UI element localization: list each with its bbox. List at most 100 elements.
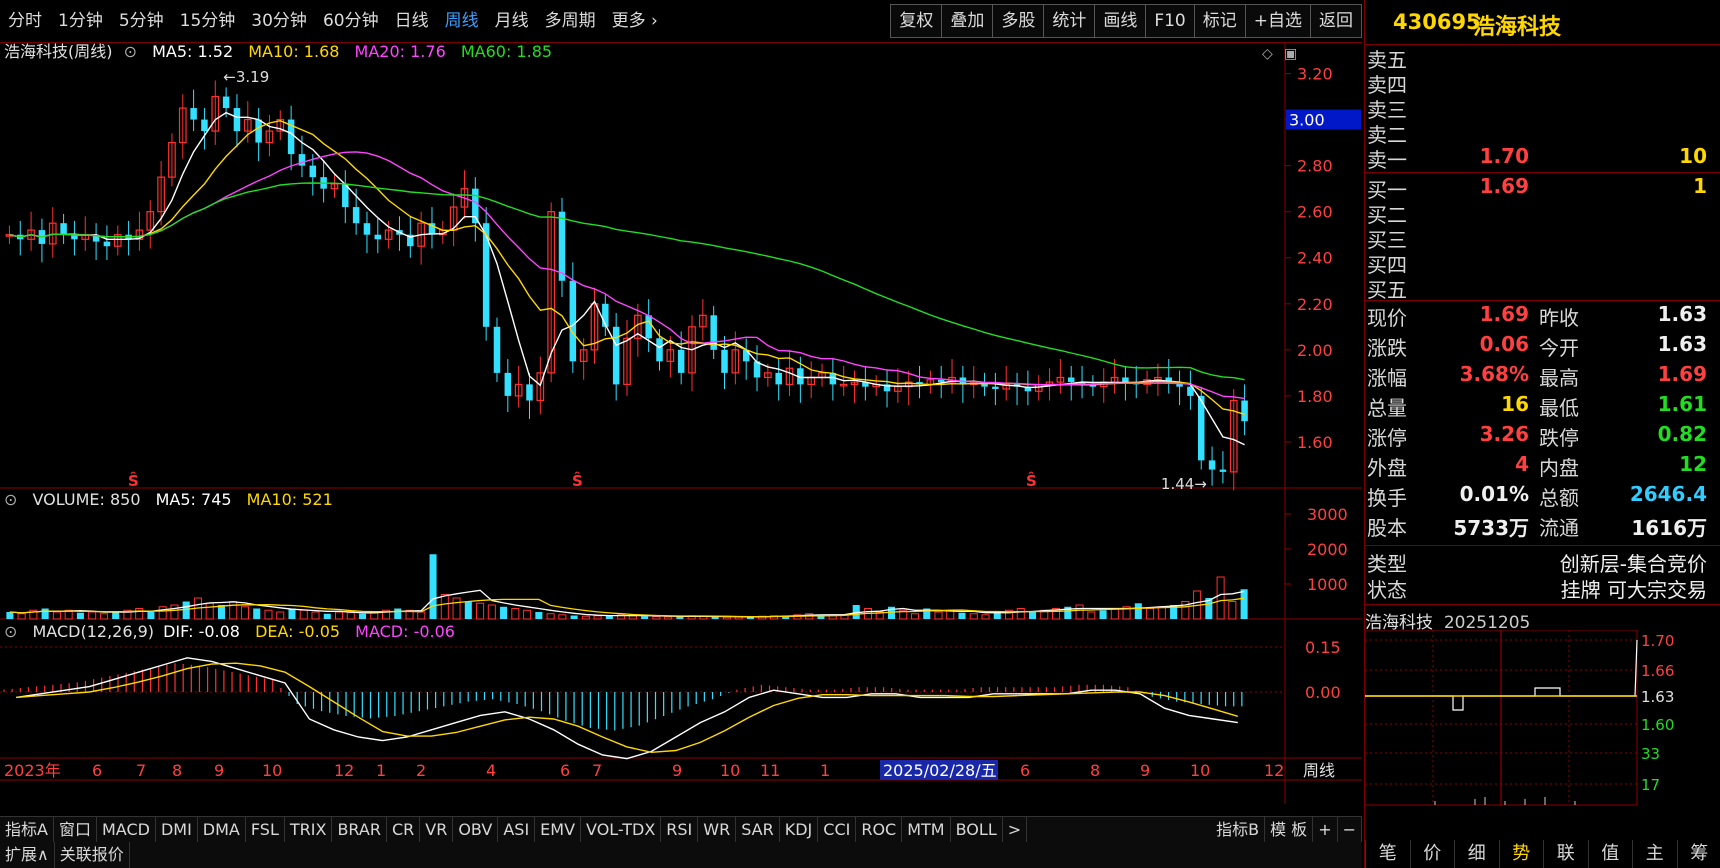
indicator-tab-19[interactable]: ROC xyxy=(856,817,903,843)
volume-bar xyxy=(1134,603,1142,619)
right-tab-7[interactable]: 筹 xyxy=(1676,840,1720,868)
period-tab-3[interactable]: 15分钟 xyxy=(172,0,244,42)
volume-bar xyxy=(910,613,920,620)
tool-button-5[interactable]: F10 xyxy=(1145,4,1195,38)
volume-bar xyxy=(523,609,532,620)
candle-body xyxy=(201,119,208,132)
tool-button-7[interactable]: +自选 xyxy=(1244,4,1311,38)
period-tab-0[interactable]: 分时 xyxy=(0,0,50,42)
indicator-tab-2[interactable]: MACD xyxy=(97,817,156,843)
related-quote-button[interactable]: 关联报价 xyxy=(55,842,130,868)
period-tab-9[interactable]: 多周期 xyxy=(537,0,604,42)
kline-chart-svg[interactable]: 3.203.002.802.602.402.202.001.801.603.00… xyxy=(0,42,1362,804)
indicator-tab-16[interactable]: SAR xyxy=(736,817,780,843)
indicator-tab-7[interactable]: BRAR xyxy=(332,817,387,843)
indicator-tab-20[interactable]: MTM xyxy=(902,817,951,843)
tool-button-8[interactable]: 返回 xyxy=(1310,4,1362,38)
volume-bar xyxy=(88,611,97,620)
volume-bar xyxy=(558,614,567,620)
indicator-right-tab-0[interactable]: 指标B xyxy=(1211,817,1266,843)
diamond-icon[interactable]: ◇ xyxy=(1262,46,1273,62)
indicator-tab-3[interactable]: DMI xyxy=(156,817,198,843)
tool-button-4[interactable]: 画线 xyxy=(1094,4,1147,38)
period-tab-5[interactable]: 60分钟 xyxy=(315,0,387,42)
indicator-tab-17[interactable]: KDJ xyxy=(780,817,819,843)
candle-body xyxy=(645,315,652,339)
volume-legend: ⊙ VOLUME: 850 MA5: 745 MA10: 521 xyxy=(4,490,343,509)
panel-toggle-icon[interactable]: ▣ xyxy=(1284,46,1297,62)
tool-button-0[interactable]: 复权 xyxy=(890,4,943,38)
candle-body xyxy=(992,386,999,389)
right-tab-5[interactable]: 值 xyxy=(1587,840,1633,868)
right-tab-4[interactable]: 联 xyxy=(1543,840,1588,868)
mini-axis-label: 1.60 xyxy=(1641,716,1674,734)
volume-ma10: MA10: 521 xyxy=(246,490,333,509)
quote-row: 涨幅 3.68% 最高 1.69 xyxy=(1367,362,1707,390)
quote-row: 总量 16 最低 1.61 xyxy=(1367,392,1707,420)
indicator-tab-6[interactable]: TRIX xyxy=(285,817,333,843)
volume-bar xyxy=(1157,606,1166,620)
indicator-right-tab-3[interactable]: − xyxy=(1338,817,1362,843)
right-tab-2[interactable]: 细 xyxy=(1454,840,1499,868)
period-tab-1[interactable]: 1分钟 xyxy=(50,0,111,42)
time-axis-label: 4 xyxy=(486,761,496,780)
indicator-tab-5[interactable]: FSL xyxy=(246,817,285,843)
indicator-tab-11[interactable]: ASI xyxy=(498,817,536,843)
indicator-tab-22[interactable]: > xyxy=(1003,817,1028,843)
tool-button-6[interactable]: 标记 xyxy=(1193,4,1246,38)
volume-bar xyxy=(664,616,673,620)
volume-bar xyxy=(476,602,485,620)
period-tab-2[interactable]: 5分钟 xyxy=(111,0,172,42)
time-axis-label: 9 xyxy=(214,761,224,780)
indicator-tab-1[interactable]: 窗口 xyxy=(54,817,97,843)
volume-bar xyxy=(112,612,120,619)
volume-bar xyxy=(1099,610,1107,619)
volume-bar xyxy=(628,615,637,620)
stock-header: 430695 浩海科技 xyxy=(1365,0,1720,45)
volume-bar xyxy=(394,608,402,619)
vol-tick-label: 2000 xyxy=(1307,540,1348,559)
right-tab-0[interactable]: 笔 xyxy=(1365,840,1410,868)
indicator-right-tab-1[interactable]: 模 板 xyxy=(1265,817,1314,843)
indicator-tab-18[interactable]: CCI xyxy=(818,817,857,843)
kline-chart-area[interactable]: 3.203.002.802.602.402.202.001.801.603.00… xyxy=(0,42,1362,804)
indicator-tab-0[interactable]: 指标A xyxy=(0,817,54,843)
indicator-tab-8[interactable]: CR xyxy=(387,817,421,843)
indicator-tab-10[interactable]: OBV xyxy=(453,817,499,843)
indicator-tab-14[interactable]: RSI xyxy=(661,817,699,843)
volume-bar xyxy=(170,604,179,620)
tool-buttons: 复权 叠加 多股 统计 画线 F10 标记 +自选 返回 xyxy=(890,4,1362,38)
period-tab-4[interactable]: 30分钟 xyxy=(243,0,315,42)
quote-panel: 430695 浩海科技 卖五 卖四 卖三 卖二 卖一 1.70 10 买一 1.69 1 买二 买三买… xyxy=(1364,0,1720,868)
volume-bar xyxy=(52,611,61,620)
indicator-tab-13[interactable]: VOL-TDX xyxy=(581,817,662,843)
collapse-icon[interactable]: ⊙ xyxy=(124,42,137,61)
tool-button-1[interactable]: 叠加 xyxy=(941,4,994,38)
type-row: 类型 创新层-集合竞价 xyxy=(1367,552,1707,576)
period-label: 周线 xyxy=(1303,761,1335,780)
indicator-right-tab-2[interactable]: + xyxy=(1313,817,1338,843)
intraday-mini-chart[interactable]: 1.70 1.66 1.63 1.60 33 17 xyxy=(1365,630,1720,840)
time-axis-label: 6 xyxy=(1020,761,1030,780)
right-tab-3[interactable]: 势 xyxy=(1498,840,1544,868)
tool-button-2[interactable]: 多股 xyxy=(992,4,1045,38)
volume-bar xyxy=(1016,608,1025,620)
indicator-tab-9[interactable]: VR xyxy=(420,817,454,843)
indicator-tab-4[interactable]: DMA xyxy=(198,817,246,843)
right-tab-6[interactable]: 主 xyxy=(1632,840,1677,868)
right-tab-1[interactable]: 价 xyxy=(1409,840,1455,868)
expand-button[interactable]: 扩展∧ xyxy=(0,842,55,868)
candle-body xyxy=(504,372,512,396)
macd-value: MACD: -0.06 xyxy=(355,622,455,641)
indicator-tab-12[interactable]: EMV xyxy=(535,817,582,843)
time-axis-label: 1 xyxy=(376,761,386,780)
indicator-tab-15[interactable]: WR xyxy=(698,817,737,843)
sell-row: 卖四 xyxy=(1367,73,1407,97)
indicator-tab-21[interactable]: BOLL xyxy=(951,817,1003,843)
tool-button-3[interactable]: 统计 xyxy=(1043,4,1096,38)
period-tab-6[interactable]: 日线 xyxy=(387,0,437,42)
period-tab-8[interactable]: 月线 xyxy=(487,0,537,42)
period-tab-7[interactable]: 周线 xyxy=(437,0,487,42)
period-tab-10[interactable]: 更多 › xyxy=(604,0,666,42)
quote-row: 股本 5733万 流通 1616万 xyxy=(1367,516,1707,540)
